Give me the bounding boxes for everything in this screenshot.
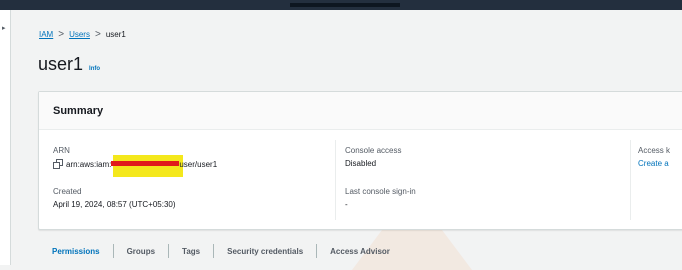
create-access-key-link[interactable]: Create a bbox=[638, 159, 669, 168]
breadcrumb-current: user1 bbox=[105, 30, 126, 39]
summary-title: Summary bbox=[53, 105, 104, 117]
column-divider bbox=[630, 140, 631, 220]
arn-value: arn:aws:iam: user/user1 bbox=[53, 155, 218, 177]
detail-tabs: Permissions Groups Tags Security credent… bbox=[38, 244, 403, 258]
side-nav-rail[interactable]: ▸ bbox=[0, 10, 11, 265]
breadcrumb-separator: > bbox=[58, 28, 65, 40]
last-signin-label: Last console sign-in bbox=[345, 187, 416, 196]
console-access-value: Disabled bbox=[345, 159, 377, 168]
summary-header: Summary bbox=[39, 92, 682, 130]
top-nav-bar bbox=[0, 0, 682, 10]
created-label: Created bbox=[53, 187, 82, 196]
breadcrumb-link-users[interactable]: Users bbox=[69, 30, 90, 39]
arn-suffix: user/user1 bbox=[179, 160, 218, 169]
arn-label: ARN bbox=[53, 146, 70, 155]
breadcrumb-link-iam[interactable]: IAM bbox=[39, 30, 53, 39]
access-keys-label: Access k bbox=[638, 146, 671, 155]
tab-groups[interactable]: Groups bbox=[114, 247, 168, 256]
nav-segment bbox=[290, 3, 400, 7]
summary-panel: Summary ARN arn:aws:iam: user/user1 Creat… bbox=[38, 91, 682, 230]
last-signin-value: - bbox=[345, 200, 348, 209]
column-divider bbox=[335, 140, 336, 220]
arn-prefix: arn:aws:iam: bbox=[66, 160, 112, 169]
console-access-label: Console access bbox=[345, 146, 402, 155]
breadcrumb-separator: > bbox=[94, 28, 101, 40]
info-link[interactable]: Info bbox=[89, 66, 100, 72]
breadcrumb: IAM > Users > user1 bbox=[39, 28, 126, 40]
tab-permissions[interactable]: Permissions bbox=[38, 247, 113, 256]
chevron-right-icon[interactable]: ▸ bbox=[2, 24, 6, 32]
tab-security-credentials[interactable]: Security credentials bbox=[214, 247, 316, 256]
tab-tags[interactable]: Tags bbox=[169, 247, 213, 256]
redaction-mark bbox=[111, 155, 184, 177]
page-title: user1 bbox=[38, 54, 84, 74]
created-value: April 19, 2024, 08:57 (UTC+05:30) bbox=[53, 200, 176, 209]
copy-icon[interactable] bbox=[53, 159, 63, 169]
tab-access-advisor[interactable]: Access Advisor bbox=[317, 247, 403, 256]
page-header: user1 Info bbox=[38, 54, 100, 75]
